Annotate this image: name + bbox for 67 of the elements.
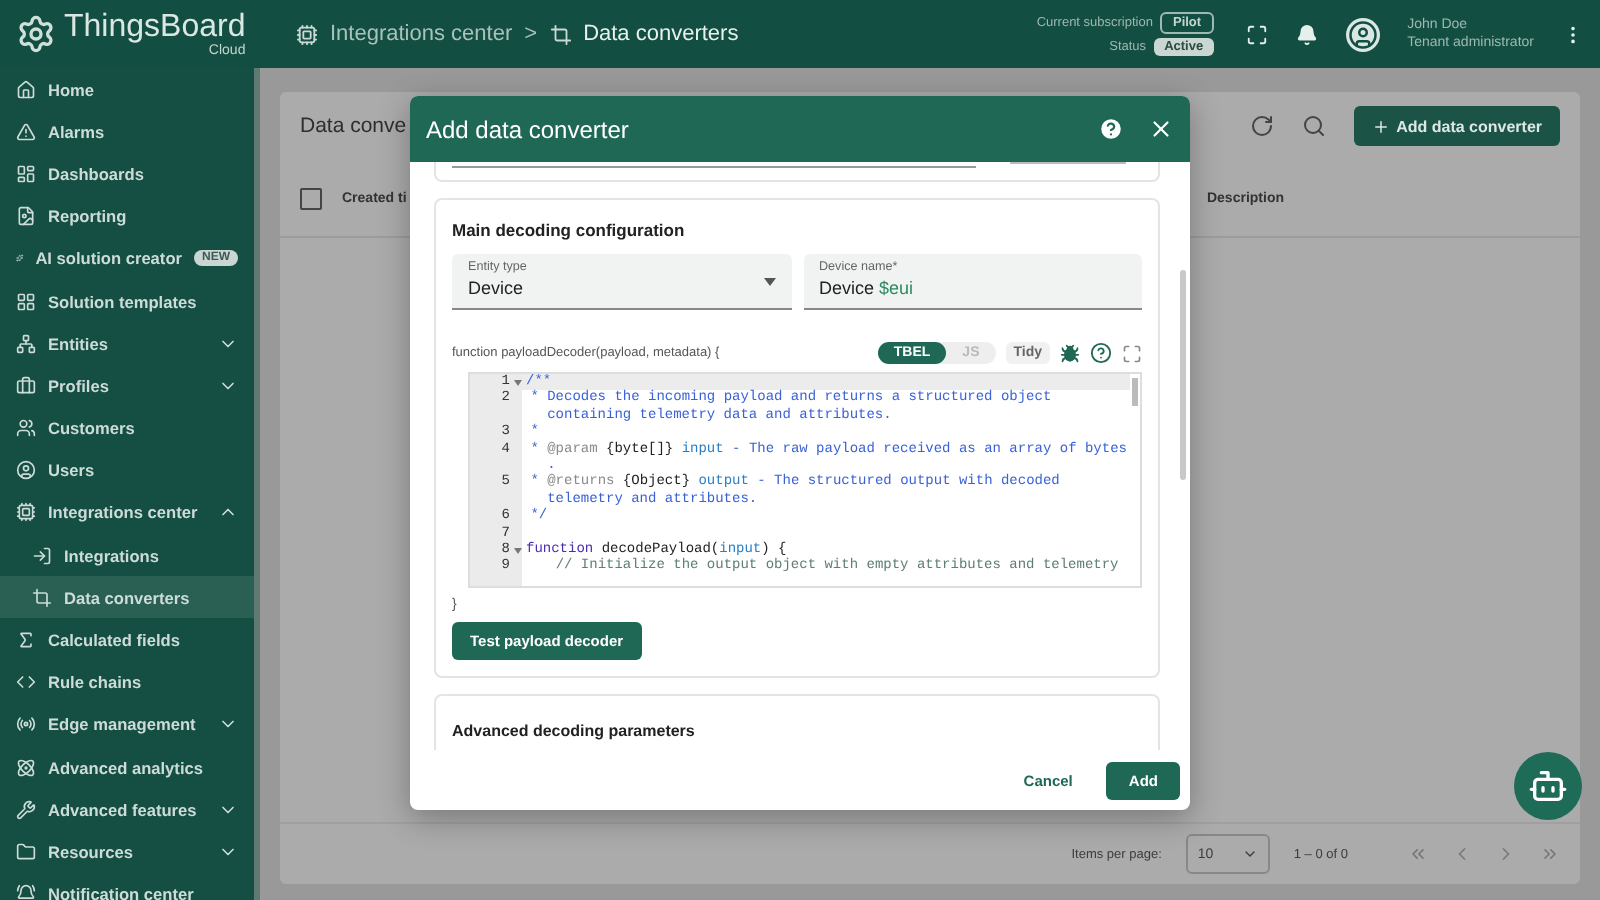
search-icon[interactable] [1302, 114, 1327, 138]
sidebar-item[interactable]: Integrations center [0, 491, 254, 535]
select-all-checkbox[interactable] [300, 187, 322, 209]
nav-icon [16, 841, 36, 862]
code-editor[interactable] [468, 372, 1142, 588]
nav-icon [16, 79, 36, 100]
logo-icon [16, 14, 56, 54]
nav-icon [16, 418, 36, 439]
sidebar-item[interactable]: Customers [0, 407, 254, 450]
sidebar-item[interactable]: Dashboards [0, 152, 254, 196]
nav-icon [16, 502, 36, 523]
fullscreen-icon[interactable] [1122, 343, 1142, 363]
fullscreen-icon[interactable] [1245, 23, 1268, 45]
breadcrumb-separator: > [524, 22, 538, 46]
sidebar-item[interactable]: Entities [0, 322, 254, 365]
dialog-title: Add data converter [426, 115, 631, 143]
nav-icon [16, 121, 36, 142]
robot-icon [1528, 766, 1568, 806]
sidebar-item[interactable]: Integrations [0, 534, 254, 577]
bell-icon[interactable] [1295, 23, 1318, 45]
nav-icon [16, 163, 36, 184]
sidebar-item[interactable]: Rule chains [0, 661, 254, 704]
sidebar-item[interactable]: Notification center [0, 873, 254, 900]
sidebar-item[interactable]: Advanced analytics [0, 746, 254, 789]
sidebar-item[interactable]: Profiles [0, 364, 254, 407]
nav-icon [16, 714, 36, 735]
nav-icon [16, 757, 36, 778]
nav-icon [16, 630, 36, 651]
nav-icon [16, 291, 36, 312]
nav-icon [16, 884, 36, 900]
sidebar-item[interactable]: Edge management [0, 703, 254, 746]
crop-icon [549, 23, 572, 45]
sidebar-item[interactable]: Solution templates [0, 279, 254, 323]
nav-icon [32, 587, 52, 608]
nav-icon [16, 672, 36, 693]
sidebar-item[interactable]: Reporting [0, 195, 254, 238]
breadcrumb-link[interactable]: Integrations center [330, 22, 513, 46]
help-icon[interactable] [1090, 342, 1112, 364]
nav-icon [16, 206, 36, 227]
sidebar-item[interactable]: Users [0, 449, 254, 492]
sidebar-item[interactable]: Calculated fields [0, 618, 254, 662]
sidebar-item[interactable]: Data converters [0, 576, 254, 619]
fold-arrow-icon[interactable] [514, 379, 522, 386]
nav-icon [16, 333, 36, 354]
nav-icon [16, 460, 36, 481]
breadcrumb-current: Data converters [583, 22, 739, 46]
plus-icon [1372, 117, 1391, 135]
bug-icon[interactable] [1060, 343, 1080, 363]
section-title: Advanced decoding parameters [452, 722, 695, 740]
refresh-icon[interactable] [1250, 114, 1275, 138]
nav-icon [16, 799, 36, 820]
brand-name: ThingsBoard [64, 11, 246, 43]
add-converter-button[interactable]: Add data converter [1354, 106, 1560, 146]
help-icon[interactable] [1098, 116, 1124, 142]
sidebar-item[interactable]: Resources [0, 830, 254, 874]
fold-arrow-icon[interactable] [514, 547, 522, 554]
section-title: Main decoding configuration [452, 220, 687, 240]
chip-icon [296, 23, 318, 45]
nav-icon [32, 545, 52, 566]
avatar[interactable] [1345, 17, 1380, 51]
sidebar-item[interactable]: Advanced features [0, 788, 254, 831]
sidebar-item[interactable]: Alarms [0, 110, 254, 153]
close-icon[interactable] [1148, 116, 1174, 142]
page-title: Data conve [300, 114, 407, 138]
sidebar-item[interactable]: Home [0, 68, 254, 111]
caret-icon [1241, 846, 1258, 862]
nav-icon [16, 375, 36, 396]
